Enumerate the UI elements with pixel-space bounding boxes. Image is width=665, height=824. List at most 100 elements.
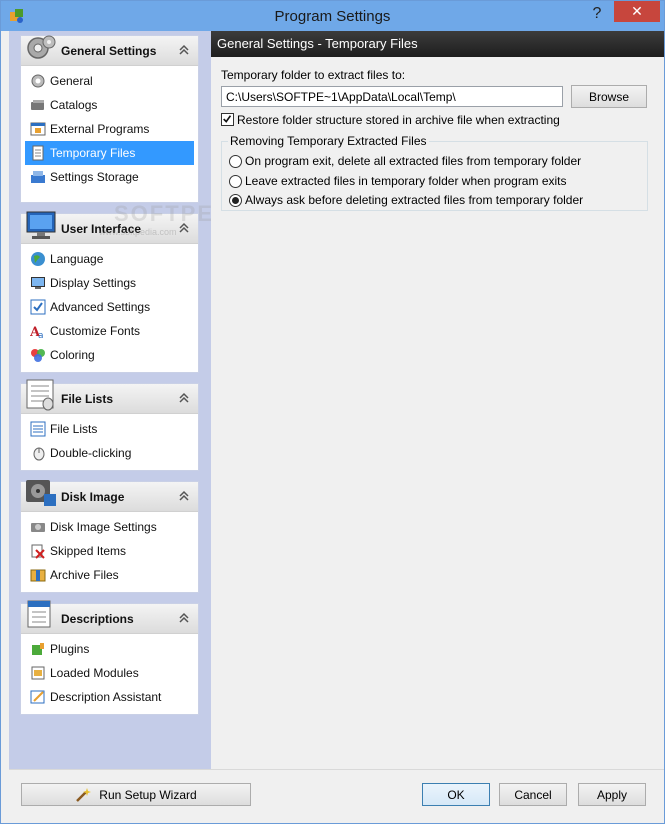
close-button[interactable]: ✕ <box>614 1 660 22</box>
radio-leave-files[interactable] <box>229 175 242 188</box>
list-icon <box>30 421 46 437</box>
sidebar-item-archive-files[interactable]: Archive Files <box>25 563 194 587</box>
restore-folder-label: Restore folder structure stored in archi… <box>237 113 560 127</box>
sidebar-item-description-assistant[interactable]: Description Assistant <box>25 685 194 709</box>
gears-icon <box>27 35 56 59</box>
sidebar-item-coloring[interactable]: Coloring <box>25 343 194 367</box>
sidebar-item-general[interactable]: General <box>25 69 194 93</box>
group-disk-image: Disk Image Disk Image Settings Skipped I… <box>20 480 199 593</box>
radio-delete-on-exit[interactable] <box>229 155 242 168</box>
temp-folder-label: Temporary folder to extract files to: <box>221 68 406 82</box>
sidebar-item-language[interactable]: Language <box>25 247 194 271</box>
modules-icon <box>31 666 45 680</box>
group-title: General Settings <box>61 44 157 58</box>
apply-button[interactable]: Apply <box>578 783 646 806</box>
removing-files-legend: Removing Temporary Extracted Files <box>228 134 429 148</box>
chevron-up-icon[interactable] <box>178 392 190 404</box>
mouse-icon <box>33 447 45 461</box>
disk-icon <box>31 523 45 532</box>
cancel-button[interactable]: Cancel <box>499 783 567 806</box>
group-file-lists: File Lists File Lists Double-clicking <box>20 379 199 471</box>
group-title: Disk Image <box>61 490 125 504</box>
browse-button[interactable]: Browse <box>571 85 647 108</box>
group-header-descriptions[interactable]: Descriptions <box>21 600 198 634</box>
sidebar-item-skipped-items[interactable]: Skipped Items <box>25 539 194 563</box>
radio-always-ask[interactable] <box>229 194 242 207</box>
sidebar-item-label: Catalogs <box>50 98 98 112</box>
temporary-files-icon <box>32 145 44 161</box>
sidebar-item-label: Description Assistant <box>50 690 162 704</box>
watermark-url: www.softpedia.com <box>99 227 177 237</box>
run-setup-wizard-button[interactable]: Run Setup Wizard <box>21 783 251 806</box>
sidebar-item-advanced-settings[interactable]: Advanced Settings <box>25 295 194 319</box>
group-header-disk-image[interactable]: Disk Image <box>21 480 198 512</box>
title-bar[interactable]: Program Settings ? ✕ <box>1 1 664 31</box>
archive-icon <box>30 569 46 582</box>
run-setup-wizard-label: Run Setup Wizard <box>99 787 197 802</box>
dialog-button-bar: Run Setup Wizard OK Cancel Apply <box>9 769 664 815</box>
help-button[interactable]: ? <box>586 3 608 25</box>
group-descriptions: Descriptions Plugins Loaded Modules Desc… <box>20 600 199 715</box>
chevron-up-icon[interactable] <box>178 490 190 502</box>
assistant-icon <box>30 690 45 704</box>
settings-content-panel: General Settings - Temporary Files Tempo… <box>211 31 664 769</box>
radio-always-ask-label: Always ask before deleting extracted fil… <box>245 193 584 207</box>
temp-folder-input[interactable] <box>221 86 563 107</box>
sidebar-item-label: Settings Storage <box>50 170 139 184</box>
program-settings-window: Program Settings ? ✕ General Settings Ge… <box>0 0 665 824</box>
chevron-up-icon[interactable] <box>178 44 190 56</box>
sidebar-item-display-settings[interactable]: Display Settings <box>25 271 194 295</box>
removing-files-group: Removing Temporary Extracted Files On pr… <box>221 134 648 211</box>
sidebar-item-catalogs[interactable]: Catalogs <box>25 93 194 117</box>
settings-sidebar: General Settings General Catalogs Extern… <box>9 31 256 769</box>
sidebar-item-customize-fonts[interactable]: Aa Customize Fonts <box>25 319 194 343</box>
sidebar-item-external-programs[interactable]: External Programs <box>25 117 194 141</box>
group-title: Descriptions <box>61 612 134 626</box>
sidebar-item-label: General <box>50 74 93 88</box>
monitor-icon <box>26 211 56 239</box>
disk-image-icon <box>26 480 56 506</box>
group-title: File Lists <box>61 392 114 406</box>
external-programs-icon <box>30 122 46 136</box>
catalogs-icon <box>31 100 44 110</box>
skipped-icon <box>31 544 45 559</box>
sidebar-item-label: Loaded Modules <box>50 666 139 680</box>
ok-button[interactable]: OK <box>422 783 490 806</box>
sidebar-item-label: Archive Files <box>50 568 119 582</box>
display-icon <box>31 277 45 289</box>
svg-text:a: a <box>38 331 44 339</box>
file-list-icon <box>26 379 54 411</box>
sidebar-item-settings-storage[interactable]: Settings Storage <box>25 165 194 189</box>
checkmark-icon <box>223 115 232 123</box>
radio-leave-files-label: Leave extracted files in temporary folde… <box>245 174 567 188</box>
group-user-interface: User Interface Language Display Settings <box>20 211 199 373</box>
sidebar-item-label: Temporary Files <box>50 146 136 160</box>
sidebar-item-label: Skipped Items <box>50 544 127 558</box>
app-icon <box>10 9 23 23</box>
sidebar-item-label: Coloring <box>50 348 95 362</box>
group-header-general-settings[interactable]: General Settings <box>21 35 198 66</box>
sidebar-item-label: Advanced Settings <box>50 300 151 314</box>
restore-folder-checkbox[interactable] <box>221 113 234 126</box>
descriptions-icon <box>27 600 51 628</box>
sidebar-item-file-lists[interactable]: File Lists <box>25 417 194 441</box>
gear-icon <box>31 74 45 88</box>
font-icon: Aa <box>30 325 44 339</box>
group-general-settings: General Settings General Catalogs Extern… <box>20 35 199 203</box>
window-title: Program Settings <box>274 7 391 25</box>
sidebar-item-label: Display Settings <box>50 276 137 290</box>
sidebar-item-label: Disk Image Settings <box>50 520 157 534</box>
content-header: General Settings - Temporary Files <box>211 31 664 57</box>
sidebar-item-plugins[interactable]: Plugins <box>25 637 194 661</box>
plugin-icon <box>32 643 44 655</box>
sidebar-item-label: External Programs <box>50 122 150 136</box>
sidebar-item-disk-image-settings[interactable]: Disk Image Settings <box>25 515 194 539</box>
radio-delete-on-exit-label: On program exit, delete all extracted fi… <box>245 154 582 168</box>
sidebar-item-label: Customize Fonts <box>50 324 141 338</box>
sidebar-item-label: Language <box>50 252 104 266</box>
sidebar-item-temporary-files[interactable]: Temporary Files <box>25 141 194 165</box>
chevron-up-icon[interactable] <box>178 612 190 624</box>
sidebar-item-loaded-modules[interactable]: Loaded Modules <box>25 661 194 685</box>
sidebar-item-double-clicking[interactable]: Double-clicking <box>25 441 194 465</box>
group-header-file-lists[interactable]: File Lists <box>21 379 198 414</box>
